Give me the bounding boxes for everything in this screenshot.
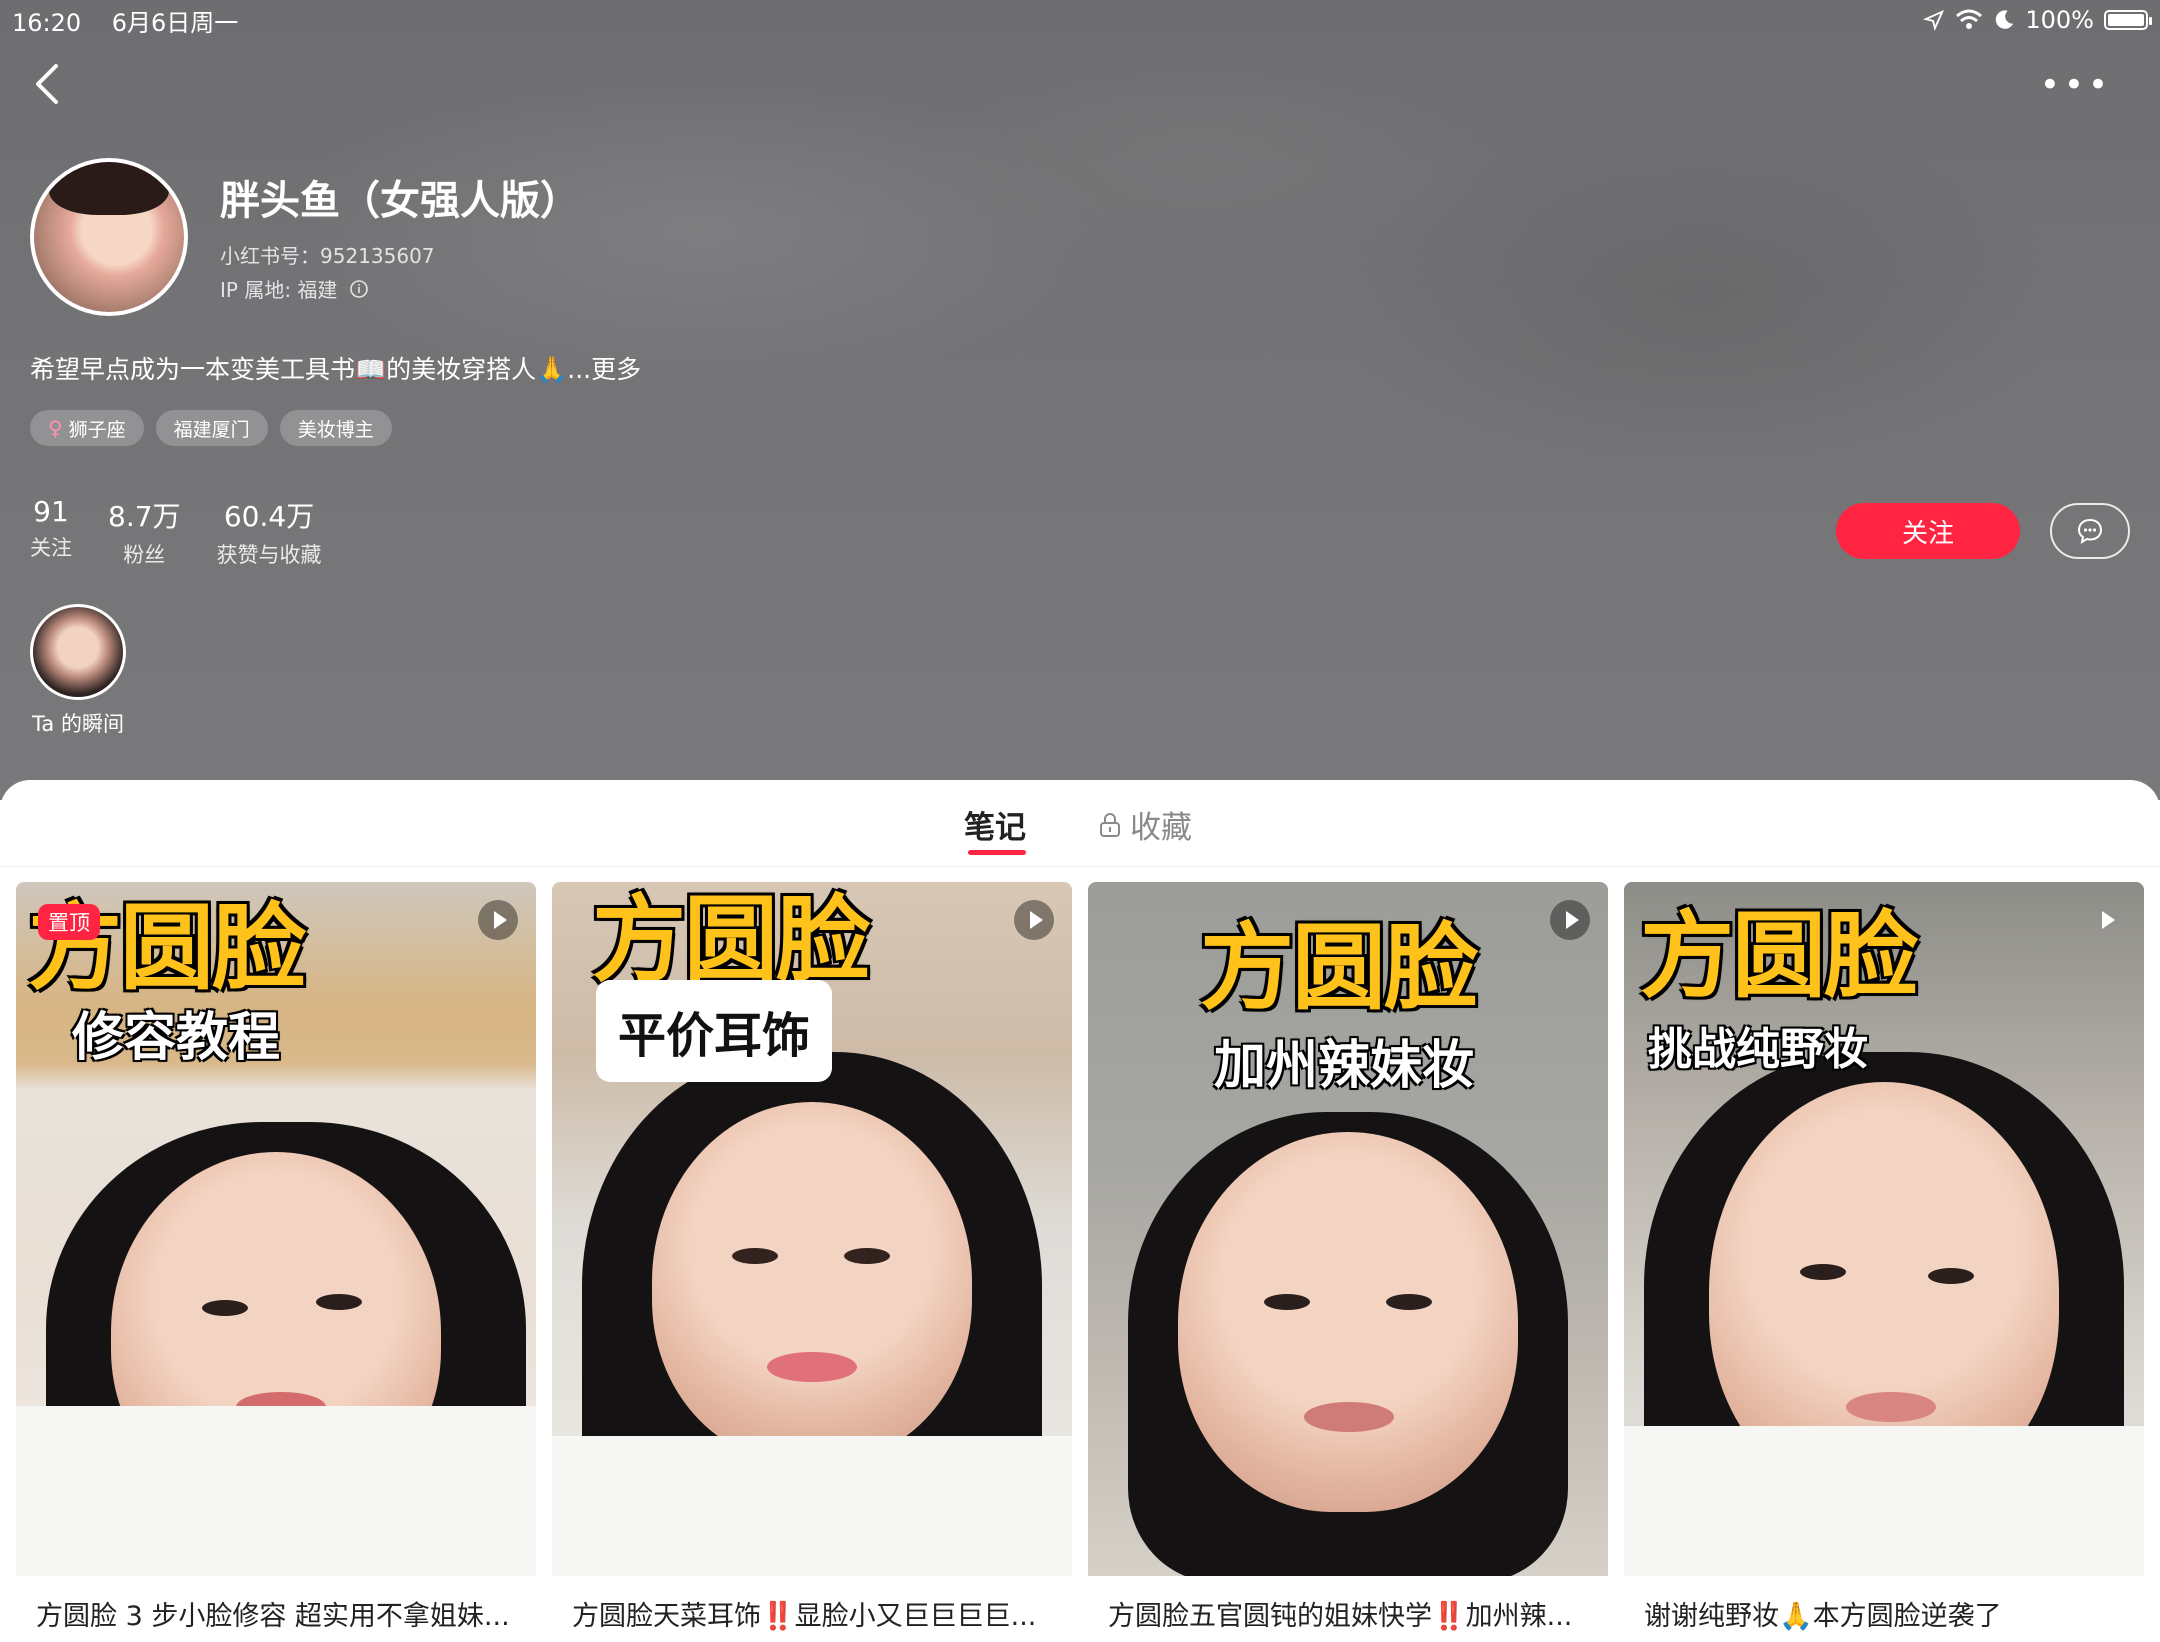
cover-face <box>652 1102 972 1462</box>
play-icon <box>2086 900 2126 940</box>
cover-lips <box>1304 1402 1394 1432</box>
status-date: 6月6日周一 <box>111 8 239 37</box>
cover-eye <box>732 1248 778 1264</box>
profile-stats: 91 关注 8.7万 粉丝 60.4万 获赞与收藏 <box>30 495 322 569</box>
stat-value: 60.4万 <box>223 500 315 533</box>
female-icon: ♀ <box>48 416 63 440</box>
content-panel: 笔记 收藏 方圆脸 修容教程 置顶 方圆脸 3 步小脸修容 超实用不拿姐妹... <box>0 780 2160 1642</box>
cover-eye <box>844 1248 890 1264</box>
more-options-button[interactable]: ••• <box>2040 68 2112 102</box>
cover-eye <box>1386 1294 1432 1310</box>
note-cover: 方圆脸 挑战纯野妆 <box>1624 882 2144 1576</box>
location-icon <box>1923 9 1945 31</box>
chat-bubble-icon <box>2077 518 2103 545</box>
caption-text: 方圆脸天菜耳饰 <box>572 1601 761 1632</box>
profile-header-background <box>0 0 2160 800</box>
play-icon <box>1014 900 1054 940</box>
redbook-id[interactable]: 小红书号：952135607 <box>220 240 435 269</box>
cover-eye <box>202 1300 248 1316</box>
cover-shirt <box>1624 1426 2144 1576</box>
follow-button[interactable]: 关注 <box>1836 503 2020 559</box>
profile-bio[interactable]: 希望早点成为一本变美工具书📖的美妆穿搭人🙏...更多 <box>30 350 641 386</box>
cover-eye <box>1800 1264 1846 1280</box>
stat-label: 关注 <box>30 536 72 560</box>
tab-collections-label: 收藏 <box>1130 810 1192 846</box>
tab-notes[interactable]: 笔记 <box>964 802 1026 847</box>
tag-location: 福建厦门 <box>155 410 268 446</box>
stat-followers[interactable]: 8.7万 粉丝 <box>108 495 181 569</box>
tab-active-indicator <box>968 850 1026 855</box>
stat-label: 粉丝 <box>123 543 166 567</box>
cover-subtitle: 加州辣妹妆 <box>1214 1036 1475 1096</box>
ip-location: IP 属地: 福建 <box>220 278 338 302</box>
battery-percent: 100% <box>2025 6 2094 34</box>
play-icon <box>478 900 518 940</box>
note-card[interactable]: 方圆脸 挑战纯野妆 谢谢纯野妆🙏本方圆脸逆袭了 <box>1624 882 2144 1642</box>
battery-icon <box>2104 10 2152 30</box>
stat-value: 91 <box>33 495 69 528</box>
moments-entry[interactable]: Ta 的瞬间 <box>30 604 126 738</box>
cover-eye <box>1928 1268 1974 1284</box>
tag-label: 美妆博主 <box>297 418 374 441</box>
stat-following[interactable]: 91 关注 <box>30 495 72 569</box>
caption-text: 方圆脸五官圆钝的姐妹快学 <box>1108 1601 1432 1632</box>
cover-lips <box>767 1352 857 1382</box>
note-caption: 谢谢纯野妆🙏本方圆脸逆袭了 <box>1644 1601 2002 1632</box>
note-card[interactable]: 方圆脸 修容教程 置顶 方圆脸 3 步小脸修容 超实用不拿姐妹... <box>16 882 536 1642</box>
moments-thumbnail <box>30 604 126 700</box>
cover-eye <box>316 1294 362 1310</box>
info-icon[interactable] <box>349 279 369 299</box>
cover-lips <box>1846 1392 1936 1422</box>
wifi-icon <box>1956 9 1983 29</box>
play-icon <box>1550 900 1590 940</box>
cover-face <box>1178 1132 1518 1512</box>
status-time: 16:20 <box>12 8 82 37</box>
note-cover: 方圆脸 平价耳饰 <box>552 882 1072 1576</box>
status-bar: 16:20 6月6日周一 100% <box>0 0 2160 40</box>
note-caption: 方圆脸 3 步小脸修容 超实用不拿姐妹... <box>36 1601 510 1632</box>
caption-emphasis: ‼️ <box>761 1601 795 1632</box>
cover-subtitle: 修容教程 <box>72 1008 281 1068</box>
note-caption: 方圆脸五官圆钝的姐妹快学‼️加州辣... <box>1108 1594 1588 1633</box>
cover-subtitle: 平价耳饰 <box>596 980 833 1082</box>
cover-title: 方圆脸 <box>592 886 870 995</box>
lock-icon <box>1100 812 1120 837</box>
tag-role: 美妆博主 <box>279 410 392 446</box>
stat-label: 获赞与收藏 <box>216 543 322 567</box>
note-cover: 方圆脸 修容教程 置顶 <box>16 882 536 1576</box>
caption-text: 加州辣... <box>1465 1601 1573 1632</box>
message-button[interactable] <box>2050 503 2130 559</box>
moon-icon <box>1996 10 2014 29</box>
stat-likes-collections[interactable]: 60.4万 获赞与收藏 <box>217 495 322 569</box>
tag-label: 福建厦门 <box>173 418 250 441</box>
note-card[interactable]: 方圆脸 加州辣妹妆 方圆脸五官圆钝的姐妹快学‼️加州辣... <box>1088 882 1608 1642</box>
avatar-image <box>34 162 184 312</box>
tab-collections[interactable]: 收藏 <box>1098 802 1192 847</box>
status-right: 100% <box>1923 6 2152 34</box>
content-tabs: 笔记 收藏 <box>0 780 2160 867</box>
cover-title: 方圆脸 <box>1200 914 1478 1023</box>
ip-location-row: IP 属地: 福建 <box>220 274 369 303</box>
note-cover: 方圆脸 加州辣妹妆 <box>1088 882 1608 1576</box>
profile-avatar[interactable] <box>30 158 188 316</box>
note-card[interactable]: 方圆脸 平价耳饰 方圆脸天菜耳饰‼️显脸小又巨巨巨巨... <box>552 882 1072 1642</box>
note-caption: 方圆脸天菜耳饰‼️显脸小又巨巨巨巨... <box>572 1594 1052 1633</box>
caption-emphasis: ‼️ <box>1432 1601 1466 1632</box>
cover-eye <box>1264 1294 1310 1310</box>
tag-label: 狮子座 <box>68 418 126 441</box>
cover-subtitle: 挑战纯野妆 <box>1648 1024 1868 1075</box>
status-time-date: 16:20 6月6日周一 <box>12 3 238 38</box>
notes-grid: 方圆脸 修容教程 置顶 方圆脸 3 步小脸修容 超实用不拿姐妹... 方圆脸 平… <box>16 882 2144 1642</box>
cover-title: 方圆脸 <box>1640 902 1918 1011</box>
back-button[interactable] <box>30 62 66 106</box>
cover-shirt <box>16 1406 536 1576</box>
pinned-badge: 置顶 <box>38 904 100 940</box>
tag-zodiac: ♀ 狮子座 <box>30 410 144 446</box>
profile-tags: ♀ 狮子座 福建厦门 美妆博主 <box>30 410 392 446</box>
stat-value: 8.7万 <box>108 500 181 533</box>
moments-label: Ta 的瞬间 <box>32 712 124 736</box>
cover-shirt <box>552 1436 1072 1576</box>
profile-name: 胖头鱼（女强人版） <box>220 178 580 224</box>
caption-text: 显脸小又巨巨巨巨... <box>794 1601 1037 1632</box>
